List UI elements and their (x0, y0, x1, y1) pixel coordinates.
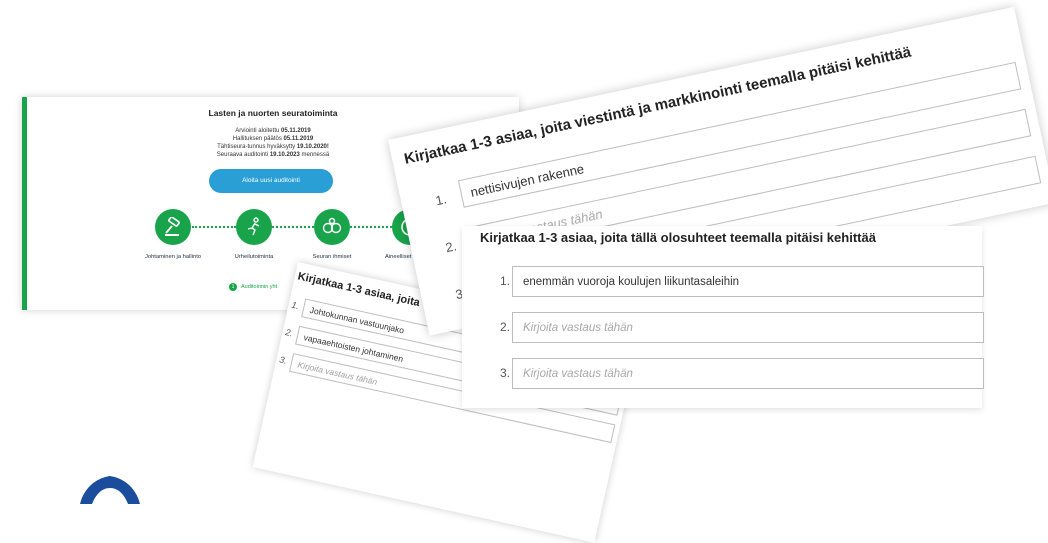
step-sports[interactable] (236, 209, 272, 245)
step-label: Johtaminen ja hallinto (144, 254, 202, 260)
progress-text[interactable]: Auditoinnin yht (241, 283, 277, 291)
step-management[interactable] (155, 209, 191, 245)
row-number: 1. (290, 299, 301, 312)
people-icon (322, 217, 342, 234)
row-number: 2. (444, 238, 458, 256)
step-connector (192, 226, 236, 228)
start-audit-button[interactable]: Aloita uusi auditointi (209, 169, 333, 193)
row-number: 3. (499, 366, 510, 380)
row-number: 1. (499, 274, 510, 288)
step-connector (272, 226, 314, 228)
conditions-question-title: Kirjatkaa 1-3 asiaa, joita tällä olosuht… (480, 230, 876, 245)
logo-icon (80, 476, 140, 504)
step-label: Urheilutoiminta (234, 254, 274, 260)
answer-input-2[interactable]: Kirjoita vastaus tähän (512, 312, 984, 343)
runner-icon (247, 217, 260, 236)
row-number: 3. (278, 354, 288, 366)
gavel-icon (165, 217, 180, 236)
progress-badge: 1 (229, 283, 237, 291)
row-number: 2. (284, 327, 294, 339)
answer-input-1[interactable]: enemmän vuoroja koulujen liikuntasaleihi… (512, 266, 984, 297)
step-label: Seuran ihmiset (312, 254, 352, 260)
audit-title: Lasten ja nuorten seuratoiminta (208, 108, 338, 118)
step-people[interactable] (314, 209, 350, 245)
row-number: 2. (499, 320, 510, 334)
answer-input-3[interactable]: Kirjoita vastaus tähän (512, 358, 984, 389)
step-connector (350, 226, 392, 228)
row-number: 1. (434, 191, 448, 209)
conditions-question-card: Kirjatkaa 1-3 asiaa, joita tällä olosuht… (462, 226, 984, 408)
